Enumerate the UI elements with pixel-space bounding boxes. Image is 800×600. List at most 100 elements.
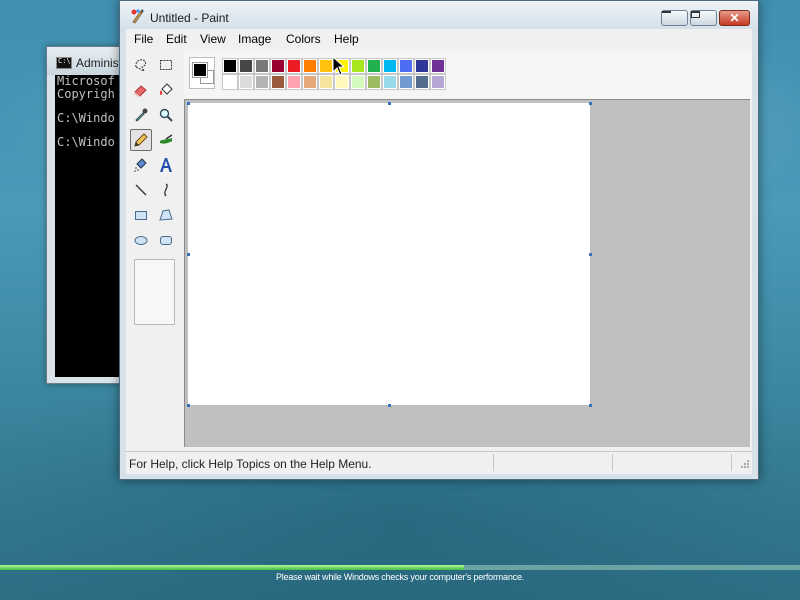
magnifier-icon	[159, 108, 173, 122]
color-swatch[interactable]	[254, 74, 270, 90]
eraser-icon	[134, 85, 147, 97]
progress-message: Please wait while Windows checks your co…	[275, 572, 525, 582]
resize-handle-right[interactable]	[589, 253, 592, 256]
rounded-rectangle-icon	[160, 236, 172, 245]
free-form-select-icon	[135, 59, 146, 73]
status-bar: For Help, click Help Topics on the Help …	[126, 451, 752, 474]
color-swatch[interactable]	[318, 58, 334, 74]
polygon-icon	[159, 209, 173, 221]
window-title: Untitled - Paint	[150, 11, 229, 25]
tool-curve[interactable]	[155, 179, 177, 201]
color-swatch[interactable]	[430, 58, 446, 74]
menu-edit[interactable]: Edit	[166, 32, 187, 46]
resize-handle	[388, 102, 391, 105]
paint-client-area	[126, 49, 752, 451]
size-grip-icon[interactable]	[738, 459, 750, 471]
status-divider	[731, 454, 732, 471]
tool-select[interactable]	[155, 54, 177, 76]
color-swatch[interactable]	[382, 74, 398, 90]
resize-handle	[187, 102, 190, 105]
tool-free-form-select[interactable]	[130, 54, 152, 76]
resize-handle	[187, 404, 190, 407]
color-swatch[interactable]	[254, 58, 270, 74]
select-icon	[160, 60, 172, 70]
color-swatch[interactable]	[398, 58, 414, 74]
color-swatch[interactable]	[286, 58, 302, 74]
tool-text[interactable]	[155, 154, 177, 176]
tool-rectangle[interactable]	[130, 204, 152, 226]
color-swatch[interactable]	[238, 74, 254, 90]
tool-brush[interactable]	[155, 129, 177, 151]
resize-handle-corner[interactable]	[589, 404, 592, 407]
color-swatch[interactable]	[350, 58, 366, 74]
color-swatch[interactable]	[238, 58, 254, 74]
color-swatch[interactable]	[350, 74, 366, 90]
color-swatch[interactable]	[414, 74, 430, 90]
minimize-icon	[662, 11, 671, 13]
console-title: Adminis	[76, 56, 119, 70]
current-colors[interactable]	[189, 57, 215, 89]
tool-airbrush[interactable]	[130, 154, 152, 176]
close-button[interactable]: ✕	[719, 10, 750, 26]
color-swatch[interactable]	[318, 74, 334, 90]
fill-with-color-icon	[159, 83, 173, 95]
tool-line[interactable]	[130, 179, 152, 201]
paint-titlebar[interactable]: Untitled - Paint ✕	[120, 1, 758, 31]
menu-image[interactable]: Image	[238, 32, 271, 46]
line-icon	[135, 184, 147, 196]
resize-handle-bottom[interactable]	[388, 404, 391, 407]
rectangle-icon	[135, 211, 147, 220]
color-swatch[interactable]	[382, 58, 398, 74]
tool-pencil[interactable]	[130, 129, 152, 151]
resize-handle	[187, 253, 190, 256]
paint-window[interactable]: Untitled - Paint ✕ File Edit View Image …	[119, 0, 759, 480]
tool-fill[interactable]	[155, 79, 177, 101]
pick-color-icon	[135, 108, 148, 122]
brush-icon	[160, 134, 173, 144]
color-swatch[interactable]	[222, 74, 238, 90]
menu-view[interactable]: View	[200, 32, 226, 46]
maximize-icon	[691, 11, 700, 18]
color-swatch[interactable]	[270, 74, 286, 90]
menu-bar: File Edit View Image Colors Help	[126, 29, 752, 50]
status-divider	[493, 454, 494, 471]
toolbox	[126, 49, 185, 447]
tool-options-box[interactable]	[134, 259, 175, 325]
color-swatch[interactable]	[414, 58, 430, 74]
color-swatch[interactable]	[366, 74, 382, 90]
paint-app-icon	[131, 9, 144, 24]
menu-file[interactable]: File	[134, 32, 153, 46]
ellipse-icon	[134, 236, 148, 245]
tool-rounded-rectangle[interactable]	[155, 229, 177, 251]
color-swatch[interactable]	[366, 58, 382, 74]
color-swatch[interactable]	[398, 74, 414, 90]
text-icon	[160, 158, 172, 172]
color-swatch[interactable]	[222, 58, 238, 74]
tool-pick-color[interactable]	[130, 104, 152, 126]
status-help-text: For Help, click Help Topics on the Help …	[129, 457, 372, 471]
color-swatch[interactable]	[302, 58, 318, 74]
color-swatch[interactable]	[430, 74, 446, 90]
foreground-color-swatch	[192, 62, 208, 78]
tool-polygon[interactable]	[155, 204, 177, 226]
color-swatch[interactable]	[270, 58, 286, 74]
color-swatch[interactable]	[302, 74, 318, 90]
tool-eraser[interactable]	[130, 79, 152, 101]
color-palette	[184, 49, 752, 99]
curve-icon	[164, 183, 168, 197]
console-line: C:\Windo	[57, 135, 115, 149]
color-swatch[interactable]	[334, 74, 350, 90]
color-swatch[interactable]	[286, 74, 302, 90]
maximize-button[interactable]	[690, 10, 717, 26]
airbrush-icon	[134, 158, 147, 172]
minimize-button[interactable]	[661, 10, 688, 26]
drawing-canvas[interactable]	[188, 103, 590, 405]
command-prompt-icon	[56, 57, 72, 69]
tool-ellipse[interactable]	[130, 229, 152, 251]
resize-handle	[589, 102, 592, 105]
drawing-workspace	[184, 99, 750, 447]
menu-help[interactable]: Help	[334, 32, 359, 46]
close-icon: ✕	[729, 11, 740, 25]
menu-colors[interactable]: Colors	[286, 32, 321, 46]
tool-magnifier[interactable]	[155, 104, 177, 126]
